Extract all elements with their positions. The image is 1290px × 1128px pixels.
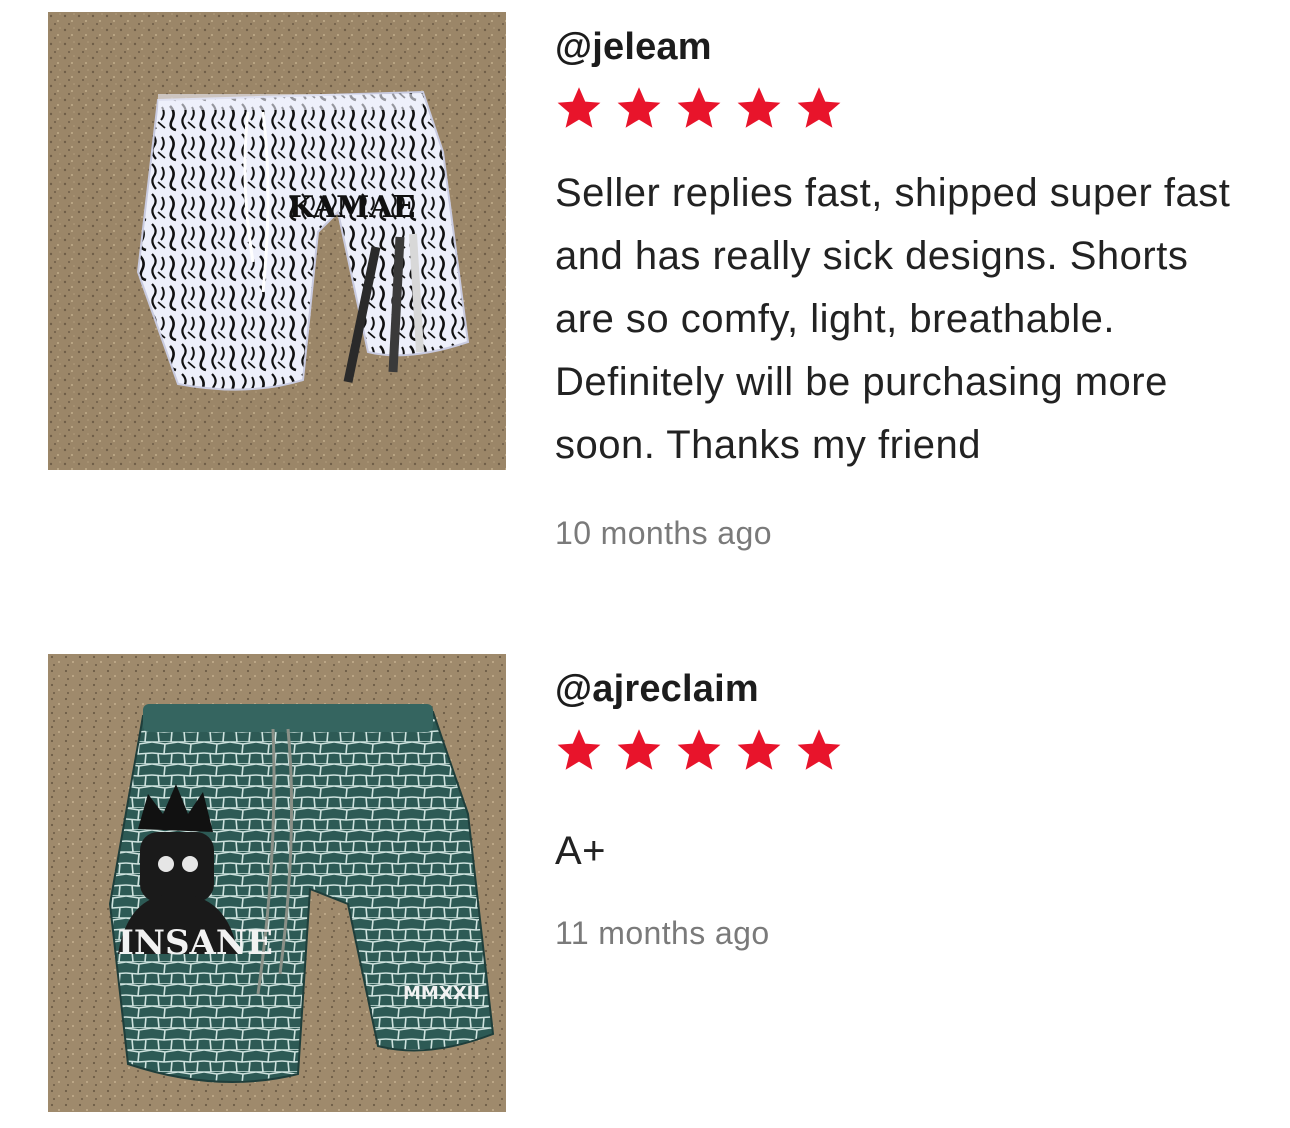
review-content: @jeleam Seller replies fast, shipped sup… (555, 24, 1250, 552)
star-icon (795, 726, 843, 774)
review-content: @ajreclaim A+ 11 months ago (555, 666, 1250, 952)
review-timestamp: 10 months ago (555, 515, 772, 551)
star-icon (675, 726, 723, 774)
star-rating (555, 84, 1250, 132)
review-username[interactable]: @jeleam (555, 24, 1250, 70)
star-icon (735, 84, 783, 132)
shorts-print-text: KAMAE (288, 190, 416, 225)
star-icon (615, 84, 663, 132)
review-photo[interactable]: INSANE MMXXII (48, 654, 506, 1112)
star-icon (555, 726, 603, 774)
star-icon (615, 726, 663, 774)
review-username[interactable]: @ajreclaim (555, 666, 1250, 712)
star-icon (735, 726, 783, 774)
star-icon (795, 84, 843, 132)
shorts-print-text: INSANE (118, 923, 273, 963)
review-text: A+ (555, 829, 607, 873)
review-text: Seller replies fast, shipped super fast … (555, 171, 1231, 467)
star-rating (555, 726, 1250, 774)
shorts-print-text-2: MMXXII (403, 983, 480, 1004)
star-icon (675, 84, 723, 132)
review-card: INSANE MMXXII @ajreclaim A+ 11 months ag… (0, 642, 1290, 1128)
star-icon (555, 84, 603, 132)
review-timestamp: 11 months ago (555, 915, 770, 951)
shorts-photo-icon: INSANE MMXXII (48, 654, 506, 1112)
shorts-photo-icon: KAMAE (48, 12, 506, 470)
review-photo[interactable]: KAMAE (48, 12, 506, 470)
review-card: KAMAE @jeleam Seller replies fast, shipp… (0, 0, 1290, 640)
